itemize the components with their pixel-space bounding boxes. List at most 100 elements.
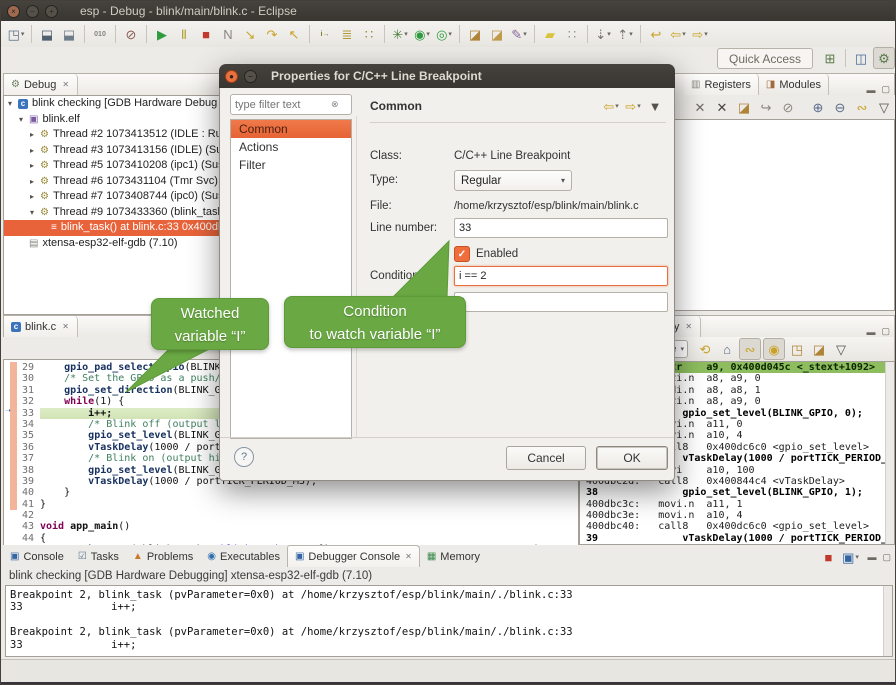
condition-input[interactable] <box>454 266 668 286</box>
save-all-icon[interactable]: ⬓ <box>59 24 79 44</box>
cancel-button[interactable]: Cancel <box>506 446 586 470</box>
skip-all-breakpoints-icon[interactable]: ⊘ <box>121 24 141 44</box>
forward-icon[interactable]: ⇨▾ <box>690 24 710 44</box>
goto-file-icon[interactable]: ↪ <box>756 97 776 117</box>
back-icon[interactable]: ⇦▾ <box>668 24 688 44</box>
show-console-icon[interactable]: ≣ <box>337 24 357 44</box>
console-tab-memory[interactable]: ▦Memory <box>420 546 487 567</box>
chevron-expanded-icon[interactable]: ▾ <box>19 112 29 128</box>
dialog-minimize-button[interactable]: − <box>244 70 257 83</box>
collapse-all-icon[interactable]: ⊖ <box>830 97 850 117</box>
binary-icon[interactable]: 010 <box>90 24 110 44</box>
console-tab-problems[interactable]: ▲Problems <box>126 546 200 567</box>
chevron-expanded-icon[interactable]: ▾ <box>30 205 40 221</box>
refresh-icon[interactable]: ⟲ <box>695 339 715 359</box>
tab-modules[interactable]: ◨Modules <box>759 74 829 95</box>
cpp-perspective-icon[interactable]: ◫ <box>851 48 871 68</box>
tree-thread-item[interactable]: ▸⚙Thread #7 1073408744 (ipc0) (Susp <box>4 189 222 205</box>
new-wizard-icon[interactable]: ◳▾ <box>6 24 26 44</box>
console-tab-executables[interactable]: ◉Executables <box>200 546 287 567</box>
instruction-stepping-icon[interactable]: i→ <box>315 24 335 44</box>
clear-filter-icon[interactable]: ⊗ <box>331 99 339 110</box>
chevron-collapsed-icon[interactable]: ▸ <box>30 189 40 205</box>
window-minimize-button[interactable]: − <box>26 5 39 18</box>
pin-view-icon[interactable]: ◪ <box>809 339 829 359</box>
terminate-icon[interactable]: ■ <box>196 24 216 44</box>
close-icon[interactable]: ✕ <box>61 79 70 90</box>
chevron-collapsed-icon[interactable]: ▸ <box>30 143 40 159</box>
pencil-icon[interactable]: ✎▾ <box>509 24 529 44</box>
tree-thread-item[interactable]: ▸⚙Thread #6 1073431104 (Tmr Svc) (S <box>4 174 222 190</box>
ignore-count-input[interactable] <box>454 292 668 312</box>
close-icon[interactable]: ✕ <box>405 552 412 561</box>
open-folder-icon[interactable]: ◪ <box>465 24 485 44</box>
scrollbar[interactable] <box>883 586 892 656</box>
chevron-collapsed-icon[interactable]: ▸ <box>30 158 40 174</box>
ok-button[interactable]: OK <box>596 446 668 470</box>
step-over-icon[interactable]: ↷ <box>262 24 282 44</box>
tree-thread-item[interactable]: ▸⚙Thread #5 1073410208 (ipc1) (Susp <box>4 158 222 174</box>
skip-breakpoints-icon[interactable]: ⊘ <box>778 97 798 117</box>
tree-launch-item[interactable]: ▾cblink checking [GDB Hardware Debug <box>4 96 222 112</box>
link-with-debug-icon[interactable]: ∾ <box>852 97 872 117</box>
step-return-icon[interactable]: ↖ <box>284 24 304 44</box>
quick-access-button[interactable]: Quick Access <box>717 48 813 69</box>
enabled-checkbox[interactable]: ✓ <box>454 246 470 262</box>
show-source-icon[interactable]: ∾ <box>739 338 761 360</box>
step-filters-icon[interactable]: ∷ <box>359 24 379 44</box>
tree-thread-item[interactable]: ▸⚙Thread #3 1073413156 (IDLE) (Susp <box>4 143 222 159</box>
window-close-button[interactable]: × <box>7 5 20 18</box>
dialog-forward-icon[interactable]: ⇨▾ <box>623 96 643 116</box>
chevron-collapsed-icon[interactable]: ▸ <box>30 127 40 143</box>
highlighter-icon[interactable]: ▰ <box>540 24 560 44</box>
tree-stackframe-item[interactable]: ≡blink_task() at blink.c:33 0x400db <box>4 220 222 236</box>
run-launch-icon[interactable]: ◉▾ <box>412 24 432 44</box>
dialog-nav-actions[interactable]: Actions <box>231 138 351 156</box>
dialog-menu-icon[interactable]: ▼ <box>645 96 665 116</box>
dialog-close-button[interactable]: ● <box>225 70 238 83</box>
terminate-console-icon[interactable]: ■ <box>818 547 838 567</box>
minimize-icon[interactable]: ▬ <box>866 327 875 337</box>
previous-annotation-icon[interactable]: ⇡▾ <box>615 24 635 44</box>
open-element-icon[interactable]: ◪ <box>487 24 507 44</box>
minimize-icon[interactable]: ▬ <box>866 85 875 95</box>
remove-icon[interactable]: ✕ <box>690 97 710 117</box>
help-button[interactable]: ? <box>234 447 254 467</box>
expand-all-icon[interactable]: ⊕ <box>808 97 828 117</box>
step-into-icon[interactable]: ↘ <box>240 24 260 44</box>
chevron-collapsed-icon[interactable]: ▸ <box>30 174 40 190</box>
dialog-back-icon[interactable]: ⇦▾ <box>601 96 621 116</box>
tree-thread-item[interactable]: ▾⚙Thread #9 1073433360 (blink_task <box>4 205 222 221</box>
console-tab-debugger-console[interactable]: ▣Debugger Console✕ <box>287 545 420 567</box>
filter-input[interactable] <box>231 98 329 112</box>
tree-gdb-item[interactable]: ▤xtensa-esp32-elf-gdb (7.10) <box>4 236 222 252</box>
remove-all-icon[interactable]: ✕ <box>712 97 732 117</box>
debug-perspective-icon[interactable]: ⚙ <box>873 47 895 69</box>
view-menu-icon[interactable]: ▽ <box>874 97 894 117</box>
disasm-menu-icon[interactable]: ▽ <box>831 339 851 359</box>
minimize-icon[interactable]: ▬ <box>867 552 876 562</box>
show-breakpoints-for-target-icon[interactable]: ◪ <box>734 97 754 117</box>
maximize-icon[interactable]: ▢ <box>881 84 890 95</box>
debug-launch-icon[interactable]: ✳▾ <box>390 24 410 44</box>
resume-icon[interactable]: ▶ <box>152 24 172 44</box>
maximize-icon[interactable]: ▢ <box>882 552 891 563</box>
track-expression-icon[interactable]: ◉ <box>763 338 785 360</box>
line-number-input[interactable] <box>454 218 668 238</box>
dialog-nav-common[interactable]: Common <box>231 120 351 138</box>
last-edit-location-icon[interactable]: ↩ <box>646 24 666 44</box>
open-perspective-icon[interactable]: ⊞ <box>820 48 840 68</box>
tree-thread-item[interactable]: ▸⚙Thread #2 1073413512 (IDLE : Runn <box>4 127 222 143</box>
tab-registers[interactable]: ▥Registers <box>684 74 759 95</box>
tree-target-item[interactable]: ▾▣blink.elf <box>4 112 222 128</box>
dialog-nav-filter[interactable]: Filter <box>231 156 351 174</box>
home-icon[interactable]: ⌂ <box>717 339 737 359</box>
console-tab-console[interactable]: ▣Console <box>3 546 71 567</box>
display-console-icon[interactable]: ▣▾ <box>840 547 860 567</box>
scrollbar[interactable] <box>885 362 894 544</box>
type-select[interactable]: Regular ▾ <box>454 170 572 191</box>
suspend-icon[interactable]: Ⅱ <box>174 24 194 44</box>
tab-debug[interactable]: ⚙ Debug ✕ <box>4 74 78 95</box>
tab-blink-c[interactable]: c blink.c ✕ <box>4 316 78 337</box>
disconnect-icon[interactable]: N <box>218 24 238 44</box>
